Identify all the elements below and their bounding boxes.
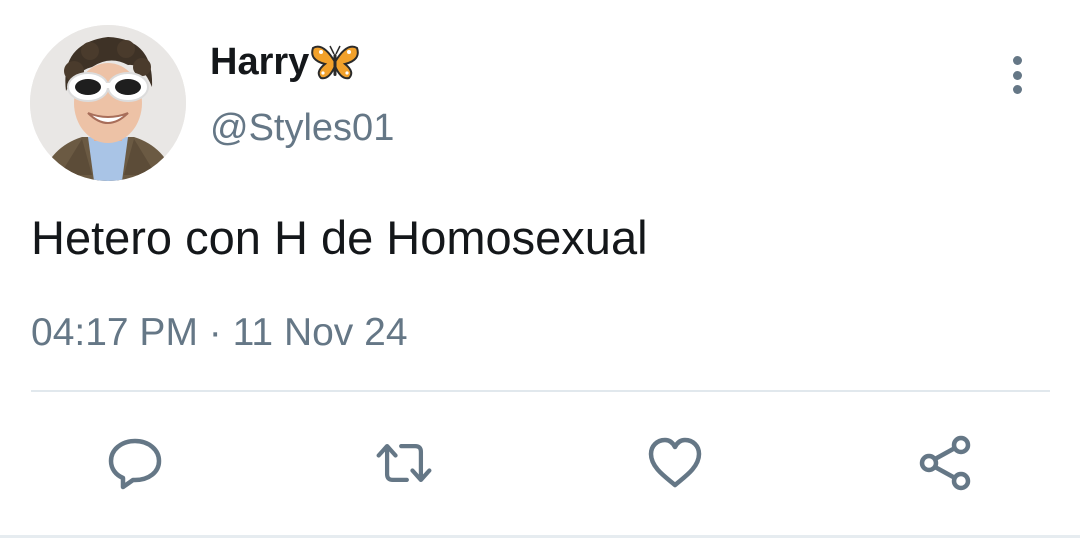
more-dot-icon [1012, 85, 1022, 94]
retweet-button[interactable] [373, 432, 435, 494]
display-name[interactable]: Harry [210, 40, 360, 84]
reply-button[interactable] [104, 432, 166, 494]
butterfly-icon [311, 42, 360, 82]
more-dot-icon [1012, 70, 1022, 80]
share-button[interactable] [914, 432, 976, 494]
tweet-time: 04:17 PM [31, 311, 198, 354]
heart-icon [648, 437, 702, 488]
more-options-button[interactable] [1000, 52, 1034, 98]
reply-icon [108, 438, 162, 490]
bottom-border [0, 535, 1080, 538]
tweet-date: 11 Nov 24 [232, 311, 408, 354]
divider [31, 390, 1050, 392]
retweet-icon [376, 443, 432, 483]
tweet-timestamp: 04:17 PM · 11 Nov 24 [31, 310, 408, 356]
avatar-image [30, 25, 186, 181]
tweet-card: Harry @Styles01 Hetero con H de Homosexu… [0, 0, 1080, 555]
more-dot-icon [1012, 56, 1022, 65]
display-name-text: Harry [210, 41, 310, 83]
tweet-text: Hetero con H de Homosexual [31, 211, 648, 264]
user-handle[interactable]: @Styles01 [210, 106, 394, 150]
meta-separator: · [208, 311, 222, 354]
share-icon [919, 435, 971, 491]
avatar[interactable] [30, 25, 186, 181]
like-button[interactable] [644, 432, 706, 494]
